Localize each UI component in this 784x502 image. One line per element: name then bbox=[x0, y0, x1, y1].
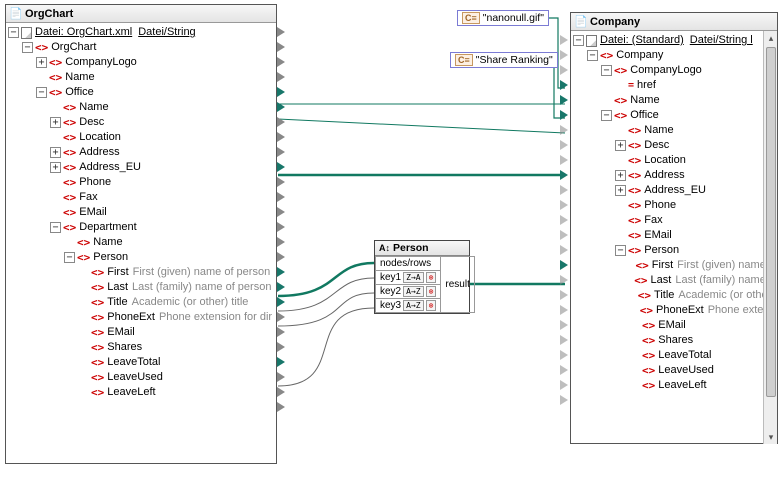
node-person[interactable]: Person bbox=[93, 250, 128, 265]
node-title[interactable]: Title bbox=[107, 295, 127, 310]
node-href[interactable]: href bbox=[637, 78, 656, 93]
delete-key-btn[interactable]: ⊗ bbox=[426, 300, 437, 311]
node-leaveleft-r[interactable]: LeaveLeft bbox=[658, 378, 706, 393]
func-title: A↕ Person bbox=[375, 241, 469, 256]
func-key3: key3 bbox=[380, 300, 401, 311]
node-email[interactable]: EMail bbox=[79, 205, 107, 220]
right-scrollbar[interactable]: ▴ ▾ bbox=[763, 31, 777, 444]
right-input-ports bbox=[560, 32, 568, 407]
node-leaveused-r[interactable]: LeaveUsed bbox=[658, 363, 714, 378]
node-location[interactable]: Location bbox=[79, 130, 121, 145]
node-first[interactable]: First bbox=[107, 265, 128, 280]
node-leaveused[interactable]: LeaveUsed bbox=[107, 370, 163, 385]
file-label: Datei: OrgChart.xml bbox=[35, 25, 132, 40]
scroll-up-arrow[interactable]: ▴ bbox=[764, 31, 778, 45]
collapse-toggle[interactable]: − bbox=[8, 27, 19, 38]
node-email-p-r[interactable]: EMail bbox=[658, 318, 686, 333]
constant-shareranking[interactable]: C≡ "Share Ranking" bbox=[450, 52, 558, 68]
left-panel: 📄 OrgChart − Datei: OrgChart.xml Datei/S… bbox=[5, 4, 277, 464]
node-name-r[interactable]: Name bbox=[630, 93, 659, 108]
node-department[interactable]: Department bbox=[79, 220, 136, 235]
file-icon bbox=[21, 27, 32, 39]
sort-order-btn[interactable]: Z→A bbox=[403, 272, 423, 283]
node-name[interactable]: Name bbox=[65, 70, 94, 85]
node-addresseu-r[interactable]: Address_EU bbox=[644, 183, 706, 198]
node-office[interactable]: Office bbox=[65, 85, 94, 100]
func-nodes-label: nodes/rows bbox=[376, 257, 441, 271]
constant-icon: C≡ bbox=[455, 54, 473, 66]
constant-icon: C≡ bbox=[462, 12, 480, 24]
node-company[interactable]: Company bbox=[616, 48, 663, 63]
node-addresseu[interactable]: Address_EU bbox=[79, 160, 141, 175]
schema-icon: 📄 bbox=[10, 7, 22, 20]
right-panel: 📄 Company − Datei: (Standard) Datei/Stri… bbox=[570, 12, 778, 444]
delete-key-btn[interactable]: ⊗ bbox=[426, 286, 437, 297]
sort-function[interactable]: A↕ Person nodes/rowsresult key1Z→A⊗ key2… bbox=[374, 240, 470, 314]
right-panel-title: 📄 Company bbox=[571, 13, 777, 31]
file-icon bbox=[586, 35, 597, 47]
node-title-r[interactable]: Title bbox=[654, 288, 674, 303]
node-last[interactable]: Last bbox=[107, 280, 128, 295]
node-fax[interactable]: Fax bbox=[79, 190, 97, 205]
scroll-down-arrow[interactable]: ▾ bbox=[764, 430, 778, 444]
node-phone[interactable]: Phone bbox=[79, 175, 111, 190]
node-leavetotal[interactable]: LeaveTotal bbox=[107, 355, 160, 370]
file-label: Datei: (Standard) bbox=[600, 33, 684, 48]
node-companylogo-r[interactable]: CompanyLogo bbox=[630, 63, 702, 78]
node-companylogo[interactable]: CompanyLogo bbox=[65, 55, 137, 70]
node-address[interactable]: Address bbox=[79, 145, 119, 160]
delete-key-btn[interactable]: ⊗ bbox=[426, 272, 437, 283]
node-office-r[interactable]: Office bbox=[630, 108, 659, 123]
node-person-r[interactable]: Person bbox=[644, 243, 679, 258]
constant-nanonull[interactable]: C≡ "nanonull.gif" bbox=[457, 10, 549, 26]
node-phoneext[interactable]: PhoneExt bbox=[107, 310, 155, 325]
node-deptname[interactable]: Name bbox=[93, 235, 122, 250]
file-type: Datei/String bbox=[138, 25, 195, 40]
left-title-label: OrgChart bbox=[25, 8, 73, 20]
node-desc-r[interactable]: Desc bbox=[644, 138, 669, 153]
node-shares-r[interactable]: Shares bbox=[658, 333, 693, 348]
left-output-ports bbox=[277, 24, 285, 414]
node-desc[interactable]: Desc bbox=[79, 115, 104, 130]
left-tree[interactable]: − Datei: OrgChart.xml Datei/String −<>Or… bbox=[6, 23, 276, 402]
node-phoneext-r[interactable]: PhoneExt bbox=[656, 303, 704, 318]
node-fax-r[interactable]: Fax bbox=[644, 213, 662, 228]
func-key2: key2 bbox=[380, 286, 401, 297]
left-panel-title: 📄 OrgChart bbox=[6, 5, 276, 23]
node-last-r[interactable]: Last bbox=[651, 273, 672, 288]
node-email-p[interactable]: EMail bbox=[107, 325, 135, 340]
node-email-r[interactable]: EMail bbox=[644, 228, 672, 243]
func-result: result bbox=[441, 257, 474, 313]
schema-icon: 📄 bbox=[575, 15, 587, 28]
right-tree[interactable]: − Datei: (Standard) Datei/String l −<>Co… bbox=[571, 31, 777, 441]
sort-icon: A↕ bbox=[379, 243, 390, 253]
node-office-name[interactable]: Name bbox=[79, 100, 108, 115]
node-first-r[interactable]: First bbox=[652, 258, 673, 273]
node-phone-r[interactable]: Phone bbox=[644, 198, 676, 213]
constant-value: "nanonull.gif" bbox=[483, 12, 544, 24]
constant-value: "Share Ranking" bbox=[476, 54, 553, 66]
node-location-r[interactable]: Location bbox=[644, 153, 686, 168]
node-leavetotal-r[interactable]: LeaveTotal bbox=[658, 348, 711, 363]
right-title-label: Company bbox=[590, 16, 640, 28]
node-leaveleft[interactable]: LeaveLeft bbox=[107, 385, 155, 400]
scroll-thumb[interactable] bbox=[766, 47, 776, 397]
node-office-name-r[interactable]: Name bbox=[644, 123, 673, 138]
func-key1: key1 bbox=[380, 272, 401, 283]
node-address-r[interactable]: Address bbox=[644, 168, 684, 183]
file-row[interactable]: − Datei: (Standard) Datei/String l bbox=[573, 33, 775, 48]
sort-order-btn[interactable]: A→Z bbox=[403, 300, 423, 311]
sort-order-btn[interactable]: A→Z bbox=[403, 286, 423, 297]
file-row[interactable]: − Datei: OrgChart.xml Datei/String bbox=[8, 25, 274, 40]
node-shares[interactable]: Shares bbox=[107, 340, 142, 355]
node-orgchart[interactable]: OrgChart bbox=[51, 40, 96, 55]
